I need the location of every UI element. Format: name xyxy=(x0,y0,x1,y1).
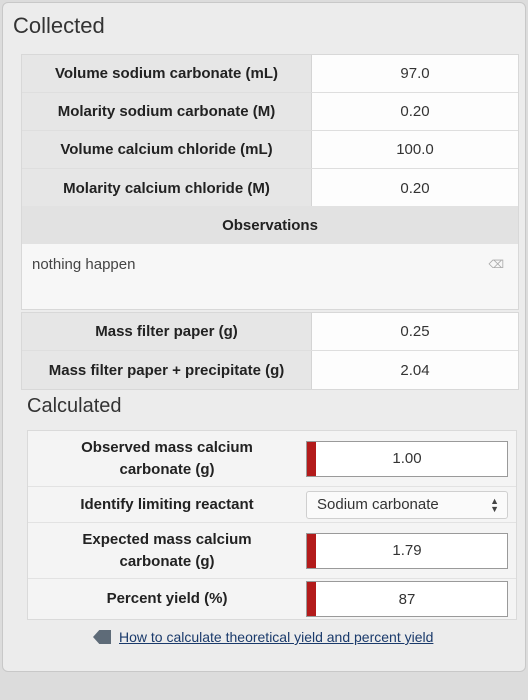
tag-icon xyxy=(93,630,111,644)
table-row: Molarity calcium chloride (M) 0.20 xyxy=(22,169,518,207)
select-arrows-icon: ▲ ▼ xyxy=(490,495,499,514)
table-row: Observed mass calcium carbonate (g) 1.00 xyxy=(28,431,516,487)
clear-icon[interactable]: ⌫ xyxy=(488,258,504,271)
row-value: 0.20 xyxy=(312,93,518,130)
row-value: 0.20 xyxy=(312,169,518,207)
observed-mass-label: Observed mass calcium carbonate (g) xyxy=(81,438,253,478)
results-panel: Collected Volume sodium carbonate (mL) 9… xyxy=(2,2,526,672)
percent-yield-label: Percent yield (%) xyxy=(106,590,228,607)
table-row: Mass filter paper + precipitate (g) 2.04 xyxy=(22,351,518,389)
required-marker xyxy=(307,441,316,476)
expected-mass-label: Expected mass calcium carbonate (g) xyxy=(82,530,252,570)
collected-table: Volume sodium carbonate (mL) 97.0 Molari… xyxy=(21,54,519,208)
limiting-reactant-label: Identify limiting reactant xyxy=(80,495,254,513)
row-label: Volume sodium carbonate (mL) xyxy=(22,55,312,92)
row-value: 100.0 xyxy=(312,131,518,168)
table-row: Identify limiting reactant Sodium carbon… xyxy=(28,487,516,523)
help-link[interactable]: How to calculate theoretical yield and p… xyxy=(119,629,433,645)
limiting-reactant-value: Sodium carbonate xyxy=(317,496,439,513)
calculated-table: Observed mass calcium carbonate (g) 1.00… xyxy=(27,430,517,620)
collected-heading: Collected xyxy=(13,13,105,38)
observations-heading: Observations xyxy=(21,206,519,244)
calculated-heading: Calculated xyxy=(27,395,122,417)
row-label: Molarity calcium chloride (M) xyxy=(22,169,312,207)
help-link-row: How to calculate theoretical yield and p… xyxy=(93,629,433,645)
row-value: 2.04 xyxy=(312,351,518,389)
percent-yield-value: 87 xyxy=(398,590,416,608)
expected-mass-value: 1.79 xyxy=(392,542,422,559)
observations-textarea[interactable]: nothing happen ⌫ xyxy=(21,244,519,310)
row-label: Mass filter paper + precipitate (g) xyxy=(22,351,312,389)
table-row: Expected mass calcium carbonate (g) 1.79 xyxy=(28,523,516,579)
row-label: Molarity sodium carbonate (M) xyxy=(22,93,312,130)
table-row: Molarity sodium carbonate (M) 0.20 xyxy=(22,93,518,131)
table-row: Volume calcium chloride (mL) 100.0 xyxy=(22,131,518,169)
limiting-reactant-select[interactable]: Sodium carbonate ▲ ▼ xyxy=(306,490,508,519)
table-row: Volume sodium carbonate (mL) 97.0 xyxy=(22,55,518,93)
expected-mass-input[interactable]: 1.79 xyxy=(306,532,508,569)
row-value: 97.0 xyxy=(312,55,518,92)
table-row: Mass filter paper (g) 0.25 xyxy=(22,313,518,351)
row-label: Volume calcium chloride (mL) xyxy=(22,131,312,168)
required-marker xyxy=(307,533,316,568)
table-row: Percent yield (%) 87 xyxy=(28,579,516,619)
percent-yield-input[interactable]: 87 xyxy=(306,581,508,617)
mass-table: Mass filter paper (g) 0.25 Mass filter p… xyxy=(21,312,519,390)
observed-mass-input[interactable]: 1.00 xyxy=(306,440,508,477)
row-value: 0.25 xyxy=(312,313,518,350)
observed-mass-value: 1.00 xyxy=(392,450,422,467)
row-label: Mass filter paper (g) xyxy=(22,313,312,350)
required-marker xyxy=(307,582,316,616)
observations-text: nothing happen xyxy=(32,256,136,273)
